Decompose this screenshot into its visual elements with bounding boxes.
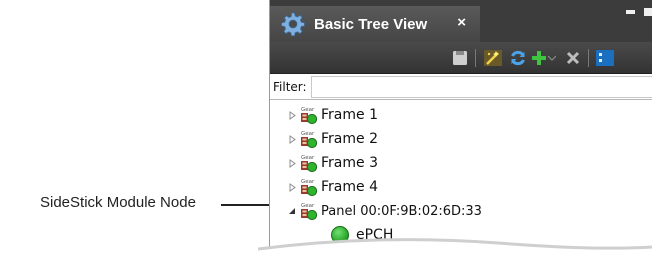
tree-node-frame-3[interactable]: Gear Frame 3	[270, 151, 652, 175]
expand-arrow-icon[interactable]	[287, 158, 297, 168]
tree-node-label: Panel 00:0F:9B:02:6D:33	[321, 203, 482, 219]
callout-label: SideStick Module Node	[40, 194, 196, 211]
icon-text: Gear	[301, 107, 315, 113]
gear-node-icon: Gear	[301, 129, 318, 149]
tab-close-button[interactable]: ×	[457, 14, 466, 31]
icon-text: Gear	[301, 203, 315, 209]
tree-node-frame-4[interactable]: Gear Frame 4	[270, 175, 652, 199]
filter-label: Filter:	[273, 79, 307, 94]
layout-icon[interactable]	[594, 48, 616, 68]
tree-node-label: Frame 1	[321, 107, 378, 123]
minimize-icon[interactable]	[626, 10, 635, 14]
tab-title: Basic Tree View	[314, 15, 428, 33]
chevron-down-icon[interactable]	[546, 48, 558, 68]
toolbar-separator	[475, 49, 476, 67]
wand-icon[interactable]	[482, 48, 504, 68]
icon-text: Gear	[301, 131, 315, 137]
filter-input[interactable]	[310, 75, 652, 98]
torn-edge-decoration	[258, 238, 652, 262]
tree-node-label: Frame 3	[321, 155, 378, 171]
expand-arrow-icon[interactable]	[287, 134, 297, 144]
tree-view: Gear Frame 1 Gear Frame 2 Gear Frame 3 G…	[270, 103, 652, 247]
tree-node-panel[interactable]: Gear Panel 00:0F:9B:02:6D:33	[270, 199, 652, 223]
tree-node-label: Frame 2	[321, 131, 378, 147]
tree-node-label: Frame 4	[321, 179, 378, 195]
refresh-icon[interactable]	[507, 48, 529, 68]
delete-icon[interactable]	[562, 48, 584, 68]
expand-arrow-icon[interactable]	[287, 182, 297, 192]
gear-node-icon: Gear	[301, 105, 318, 125]
collapse-arrow-icon[interactable]	[287, 207, 297, 215]
gear-node-icon: Gear	[301, 201, 318, 221]
basic-tree-view-window: Basic Tree View × Filter: Gear Frame 1 G…	[269, 0, 652, 262]
filter-bar: Filter:	[270, 74, 652, 100]
icon-text: Gear	[301, 179, 315, 185]
gear-node-icon: Gear	[301, 177, 318, 197]
expand-arrow-icon[interactable]	[287, 110, 297, 120]
maximize-icon[interactable]	[644, 8, 652, 16]
gear-node-icon: Gear	[301, 153, 318, 173]
toolbar	[270, 42, 652, 74]
tree-node-frame-2[interactable]: Gear Frame 2	[270, 127, 652, 151]
save-icon[interactable]	[449, 48, 471, 68]
tree-node-frame-1[interactable]: Gear Frame 1	[270, 103, 652, 127]
icon-text: Gear	[301, 155, 315, 161]
gear-icon	[280, 11, 306, 37]
tab-basic-tree-view[interactable]: Basic Tree View ×	[270, 6, 480, 42]
window-titlebar: Basic Tree View ×	[270, 0, 652, 42]
toolbar-separator	[588, 49, 589, 67]
